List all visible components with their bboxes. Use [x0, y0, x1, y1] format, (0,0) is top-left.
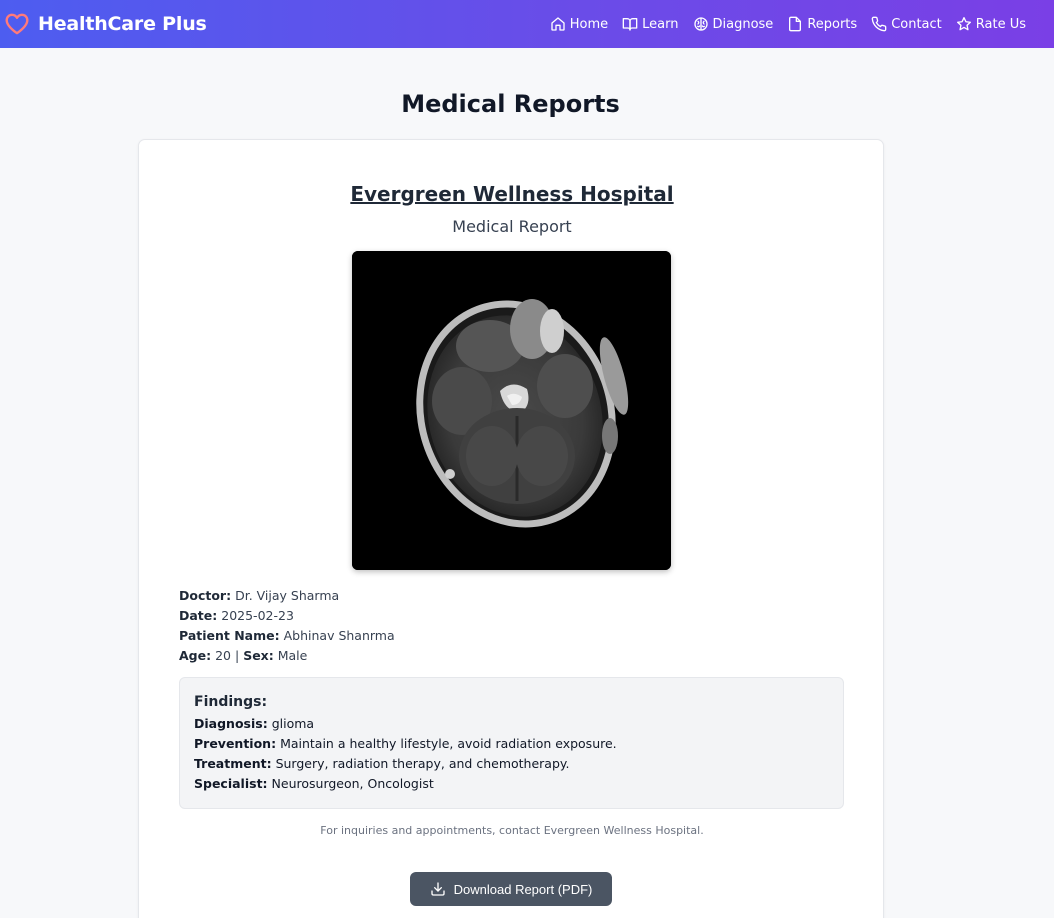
heart-icon	[5, 13, 29, 35]
nav-rate-us-label: Rate Us	[975, 16, 1026, 32]
diagnosis-row: Diagnosis: glioma	[194, 716, 315, 731]
brand-title: HealthCare Plus	[38, 13, 207, 35]
specialist-row: Specialist: Neurosurgeon, Oncologist	[194, 776, 434, 791]
doctor-value: Dr. Vijay Sharma	[235, 588, 340, 603]
specialist-value: Neurosurgeon, Oncologist	[271, 776, 434, 791]
download-report-button[interactable]: Download Report (PDF)	[410, 872, 612, 906]
date-value: 2025-02-23	[221, 608, 294, 623]
book-icon	[622, 18, 638, 31]
nav-reports-label: Reports	[807, 16, 858, 32]
sex-value: Male	[277, 648, 308, 663]
navbar: HealthCare Plus Home Learn Diagnose Repo…	[0, 0, 1054, 48]
patient-row: Patient Name: Abhinav Shanrma	[179, 628, 395, 643]
file-icon	[789, 16, 802, 32]
doctor-row: Doctor: Dr. Vijay Sharma	[179, 588, 340, 603]
report-meta: Doctor: Dr. Vijay Sharma Date: 2025-02-2…	[179, 586, 395, 666]
download-label: Download Report (PDF)	[453, 881, 593, 897]
report-subtitle: Medical Report	[452, 217, 572, 236]
patient-value: Abhinav Shanrma	[283, 628, 395, 643]
prevention-row: Prevention: Maintain a healthy lifestyle…	[194, 736, 617, 751]
page-title: Medical Reports	[401, 90, 620, 118]
nav-home[interactable]: Home	[550, 16, 608, 32]
nav-diagnose[interactable]: Diagnose	[693, 16, 774, 32]
nav-reports[interactable]: Reports	[787, 16, 857, 32]
phone-icon	[871, 16, 887, 32]
brain-icon	[693, 17, 708, 31]
report-card: Evergreen Wellness Hospital Medical Repo…	[138, 139, 884, 918]
nav-home-label: Home	[569, 16, 609, 32]
findings-box: Findings: Diagnosis: glioma Prevention: …	[179, 677, 844, 809]
main-nav: Home Learn Diagnose Reports Contact Rate…	[536, 16, 1054, 32]
treatment-value: Surgery, radiation therapy, and chemothe…	[275, 756, 570, 771]
age-sex-row: Age: 20 | Sex: Male	[179, 648, 308, 663]
nav-learn-label: Learn	[642, 16, 679, 32]
nav-rate-us[interactable]: Rate Us	[956, 16, 1026, 32]
nav-diagnose-label: Diagnose	[712, 16, 774, 32]
nav-contact[interactable]: Contact	[871, 16, 942, 32]
date-row: Date: 2025-02-23	[179, 608, 294, 623]
age-value: 20	[215, 648, 231, 663]
star-icon	[956, 17, 971, 31]
diagnosis-value: glioma	[271, 716, 315, 731]
hospital-name: Evergreen Wellness Hospital	[350, 182, 674, 206]
prevention-value: Maintain a healthy lifestyle, avoid radi…	[280, 736, 617, 751]
nav-learn[interactable]: Learn	[622, 16, 679, 32]
download-icon	[430, 882, 445, 896]
treatment-row: Treatment: Surgery, radiation therapy, a…	[194, 756, 570, 771]
brand[interactable]: HealthCare Plus	[4, 11, 207, 37]
nav-contact-label: Contact	[891, 16, 942, 32]
contact-note: For inquiries and appointments, contact …	[320, 824, 704, 837]
mri-scan-image	[352, 251, 671, 570]
home-icon	[551, 17, 565, 31]
findings-title: Findings:	[194, 694, 268, 710]
